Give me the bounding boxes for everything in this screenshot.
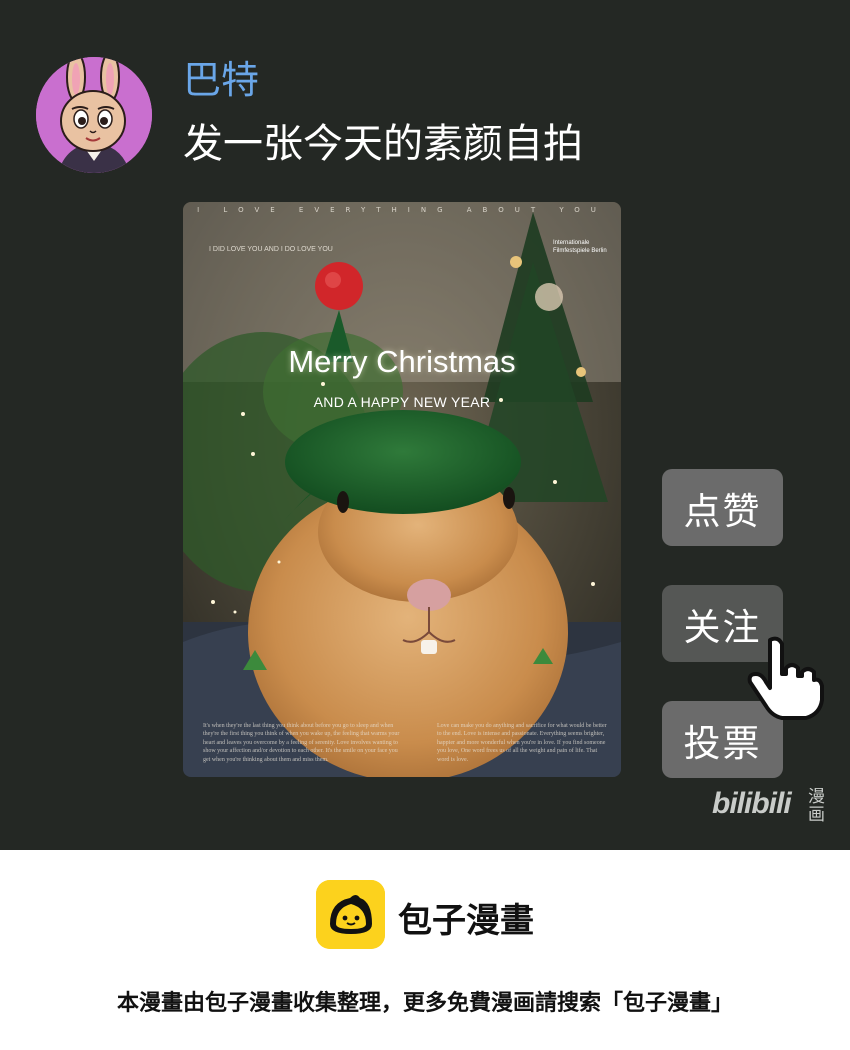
- brand-name: 包子漫畫: [398, 901, 534, 941]
- poster-subgreeting: AND A HAPPY NEW YEAR: [313, 394, 491, 410]
- hand-pointer-icon: [747, 636, 824, 720]
- footer-note: 本漫畫由包子漫畫收集整理，更多免費漫画請搜索「包子漫畫」: [116, 991, 733, 1016]
- bunny-christmas-photo: [183, 202, 621, 777]
- baozi-logo-icon: [316, 880, 385, 949]
- bunny-avatar-icon: [36, 57, 152, 173]
- poster-foot-text-left: It's when they're the last thing you thi…: [203, 723, 400, 763]
- watermark-cn-text: 漫画: [808, 787, 825, 825]
- poster-top-text: I LOVE EVERYTHING ABOUT YOU: [197, 206, 607, 214]
- bilibili-manga-watermark: bilibili 漫画: [712, 787, 832, 831]
- like-button[interactable]: 点赞: [662, 469, 783, 546]
- footer-panel: [0, 850, 850, 1050]
- poster-subtitle: I DID LOVE YOU AND I DO LOVE YOU: [209, 246, 333, 253]
- post-text: 发一张今天的素颜自拍: [183, 121, 583, 167]
- username[interactable]: 巴特: [183, 58, 259, 104]
- post-image[interactable]: I LOVE EVERYTHING ABOUT YOU I DID LOVE Y…: [183, 202, 621, 777]
- avatar[interactable]: [36, 57, 152, 173]
- poster-foot-text-right: Love can make you do anything and sacrif…: [437, 723, 607, 763]
- poster-greeting: Merry Christmas: [288, 344, 516, 379]
- poster-festival-logo: Internationale Filmfestspiele Berlin: [553, 240, 607, 254]
- watermark-logo-text: bilibili: [712, 787, 792, 820]
- chat-panel: 巴特 发一张今天的素颜自拍 I LOVE EVERYTHING ABOUT YO…: [0, 0, 850, 850]
